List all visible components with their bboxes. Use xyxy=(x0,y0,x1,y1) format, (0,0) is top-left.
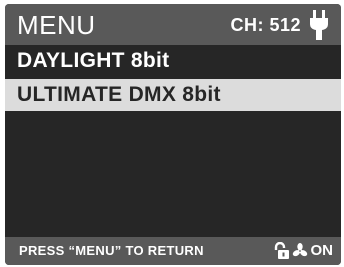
page-title: MENU xyxy=(17,10,96,40)
menu-item-daylight[interactable]: DAYLIGHT 8bit xyxy=(5,45,341,77)
plug-icon xyxy=(310,10,328,40)
fan-icon xyxy=(292,243,307,257)
footer-bar: PRESS “MENU” TO RETURN ON xyxy=(5,237,341,265)
display-screen: MENU CH: 512 DAYLIGHT 8bit ULTIMATE DMX … xyxy=(5,4,341,265)
channel-readout: CH: 512 xyxy=(230,15,301,35)
header-bar: MENU CH: 512 xyxy=(5,4,341,45)
unlock-icon xyxy=(274,242,289,259)
menu-item-ultimate-dmx[interactable]: ULTIMATE DMX 8bit xyxy=(5,79,341,111)
fan-status-text: ON xyxy=(310,242,334,259)
status-icons: ON xyxy=(274,241,334,261)
return-hint: PRESS “MENU” TO RETURN xyxy=(19,243,204,258)
